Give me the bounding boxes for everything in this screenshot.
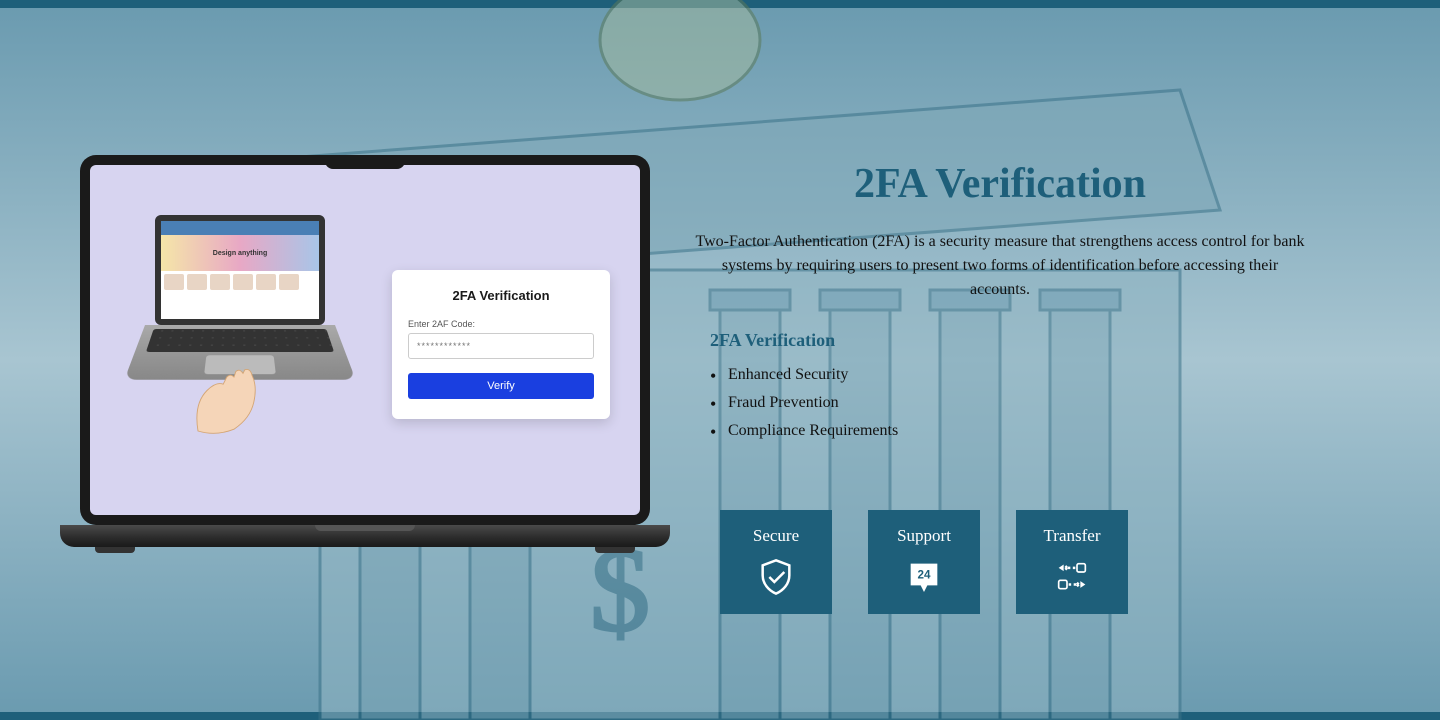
list-item: Compliance Requirements — [710, 417, 1310, 445]
laptop-screen: Design anything 2FA Verification Enter 2… — [90, 165, 640, 515]
code-input-label: Enter 2AF Code: — [408, 319, 594, 329]
inner-laptop-illustration: Design anything — [140, 215, 340, 415]
tile-transfer: Transfer — [1016, 510, 1128, 614]
list-item: Fraud Prevention — [710, 389, 1310, 417]
page-headline: 2FA Verification — [690, 160, 1310, 208]
svg-text:24: 24 — [918, 569, 931, 582]
tile-support: Support 24 — [868, 510, 980, 614]
feature-tiles: Secure Support 24 Transfer — [720, 510, 1128, 614]
transfer-icon — [1051, 556, 1093, 598]
list-item: Enhanced Security — [710, 361, 1310, 389]
tile-label: Transfer — [1044, 526, 1101, 546]
verify-button[interactable]: Verify — [408, 373, 594, 399]
tile-label: Secure — [753, 526, 799, 546]
mini-banner-text: Design anything — [161, 235, 319, 271]
page-description: Two-Factor Authentication (2FA) is a sec… — [690, 230, 1310, 302]
laptop-base — [60, 525, 670, 547]
benefits-subhead: 2FA Verification — [710, 330, 1310, 351]
shield-check-icon — [755, 556, 797, 598]
code-input[interactable] — [408, 333, 594, 359]
tile-secure: Secure — [720, 510, 832, 614]
card-title: 2FA Verification — [408, 288, 594, 303]
benefits-list: Enhanced Security Fraud Prevention Compl… — [710, 361, 1310, 445]
content-section: 2FA Verification Two-Factor Authenticati… — [690, 160, 1310, 445]
tile-label: Support — [897, 526, 951, 546]
laptop-mockup: Design anything 2FA Verification Enter 2… — [60, 155, 670, 553]
laptop-notch — [325, 155, 405, 169]
support-24-icon: 24 — [903, 556, 945, 598]
hand-illustration — [180, 350, 270, 440]
verification-card: 2FA Verification Enter 2AF Code: Verify — [392, 270, 610, 419]
